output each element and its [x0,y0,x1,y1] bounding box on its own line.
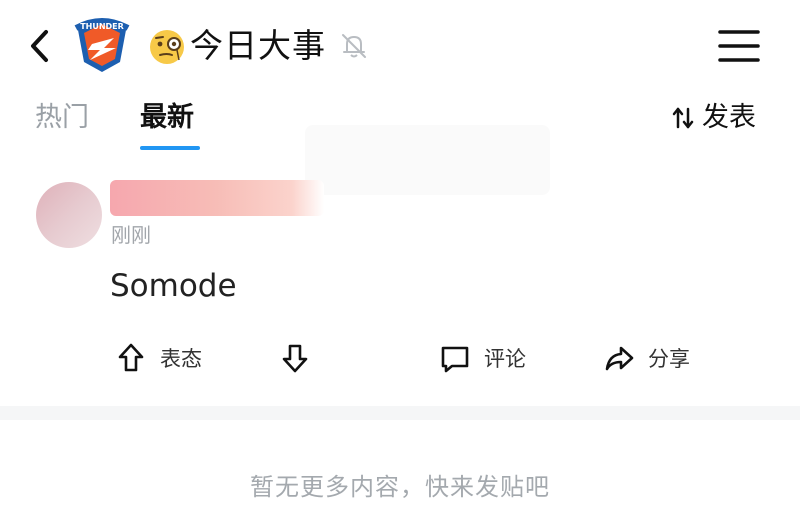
section-divider [0,406,800,420]
downvote-button[interactable] [280,338,310,378]
comment-label: 评论 [484,347,526,371]
post-content[interactable]: Somode [110,266,237,306]
page-title: 今日大事 [190,26,326,65]
thunder-logo: THUNDER [70,14,134,76]
monocle-face-emoji [148,28,186,66]
tab-hot[interactable]: 热门 [35,100,89,136]
comment-button[interactable]: 评论 [440,338,526,378]
arrow-down-icon [282,344,308,373]
share-button[interactable]: 分享 [604,338,690,378]
hamburger-menu-icon [718,30,760,62]
active-tab-indicator [140,146,200,150]
tab-latest[interactable]: 最新 [140,100,194,136]
upvote-button[interactable]: 表态 [116,338,202,378]
share-arrow-icon [605,346,634,371]
sort-button[interactable]: 发表 [672,100,756,136]
menu-button[interactable] [716,26,762,66]
back-button[interactable] [24,26,54,66]
empty-feed-message: 暂无更多内容，快来发贴吧 [250,473,550,501]
bell-muted-icon[interactable] [338,30,370,62]
sort-arrows-icon [672,107,694,129]
chevron-left-icon [31,30,48,62]
upvote-label: 表态 [160,347,202,371]
logo-text: THUNDER [80,22,124,31]
username-blurred[interactable] [110,180,324,216]
sort-label: 发表 [702,102,756,133]
arrow-up-icon [118,343,144,372]
avatar[interactable] [36,182,102,248]
comment-icon [441,346,469,373]
background-ghost [305,125,550,195]
share-label: 分享 [648,347,690,371]
post-time: 刚刚 [111,223,151,247]
